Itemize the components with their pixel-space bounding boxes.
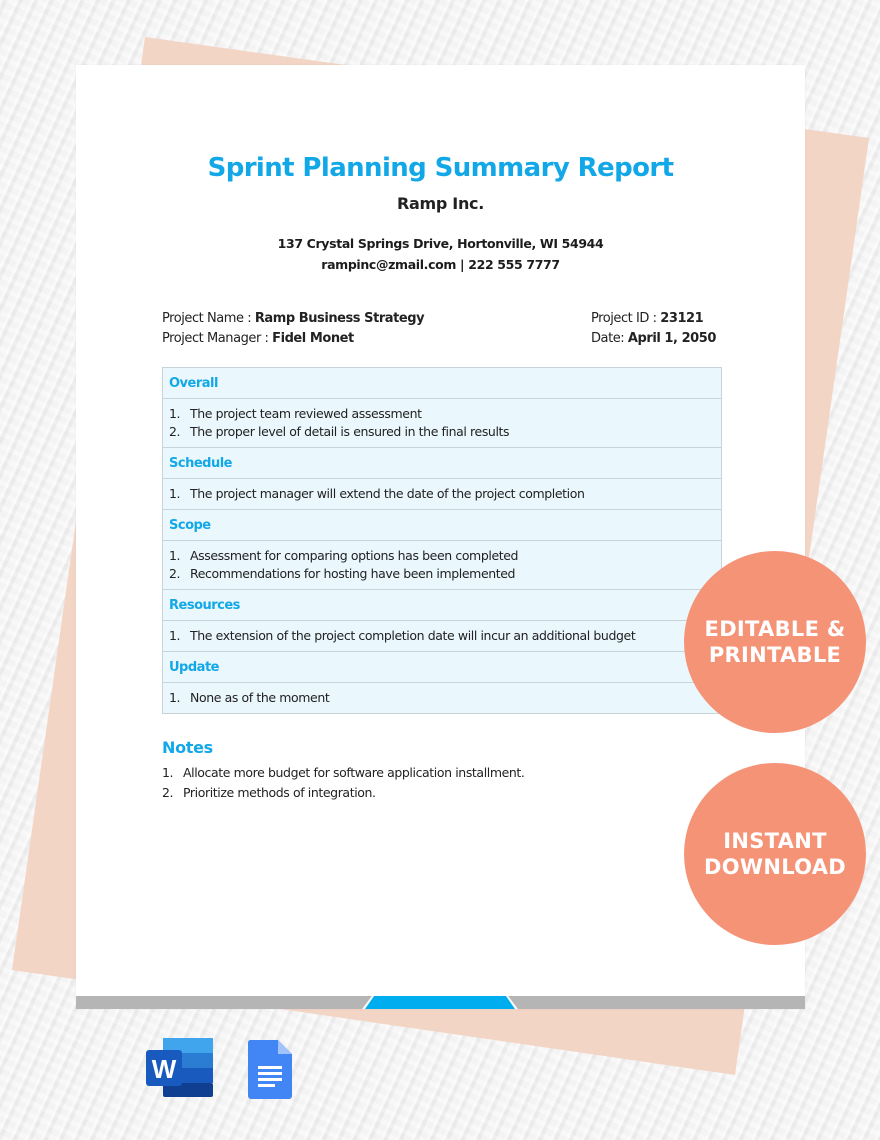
gdocs-line — [258, 1072, 282, 1075]
item-number: 1. — [169, 628, 181, 643]
note-item: 2. Prioritize methods of integration. — [162, 783, 525, 803]
item-text: The project manager will extend the date… — [190, 486, 585, 501]
section-heading-schedule: Schedule — [163, 448, 721, 479]
project-meta-right: Project ID : 23121 Date: April 1, 2050 — [591, 309, 716, 349]
section-heading-scope: Scope — [163, 510, 721, 541]
footer-accent-fill — [365, 996, 515, 1009]
footer-accent-trapezoid — [362, 996, 518, 1009]
notes-heading: Notes — [162, 738, 213, 757]
gdocs-line — [258, 1066, 282, 1069]
summary-table: Overall 1. The project team reviewed asse… — [162, 367, 722, 714]
item-text: The project team reviewed assessment — [190, 406, 422, 421]
document-title: Sprint Planning Summary Report — [207, 153, 674, 183]
word-letter: W — [152, 1054, 177, 1084]
badge-line: INSTANT — [723, 829, 827, 853]
list-item: 1. The project team reviewed assessment — [169, 405, 715, 423]
badge-line: PRINTABLE — [708, 643, 842, 667]
date-value: April 1, 2050 — [627, 331, 717, 346]
item-text: The proper level of detail is ensured in… — [190, 424, 510, 439]
project-meta-left: Project Name : Ramp Business Strategy Pr… — [162, 309, 425, 349]
project-id-value: 23121 — [660, 311, 704, 326]
item-text: Recommendations for hosting have been im… — [190, 566, 516, 581]
list-item: 1. The extension of the project completio… — [169, 627, 715, 645]
date-label: Date: — [591, 331, 628, 346]
list-item: 2. The proper level of detail is ensured … — [169, 423, 715, 441]
company-address: 137 Crystal Springs Drive, Hortonville, … — [277, 236, 604, 251]
item-number: 1. — [169, 486, 181, 501]
section-body-schedule: 1. The project manager will extend the da… — [163, 479, 721, 510]
item-text: None as of the moment — [190, 690, 330, 705]
item-text: The extension of the project completion … — [190, 628, 636, 643]
section-heading-update: Update — [163, 652, 721, 683]
project-id-label: Project ID : — [591, 311, 661, 326]
badge-line: DOWNLOAD — [703, 855, 847, 879]
microsoft-word-icon: W — [146, 1038, 213, 1097]
project-name-label: Project Name : — [162, 311, 255, 326]
list-item: 2. Recommendations for hosting have been … — [169, 565, 715, 583]
gdocs-fold — [278, 1040, 292, 1054]
item-number: 1. — [169, 406, 181, 421]
project-manager-label: Project Manager : — [162, 331, 273, 346]
item-text: Allocate more budget for software applic… — [183, 765, 525, 780]
list-item: 1. The project manager will extend the da… — [169, 485, 715, 503]
note-item: 1. Allocate more budget for software appl… — [162, 763, 525, 783]
section-heading-overall: Overall — [163, 368, 721, 399]
google-docs-icon — [247, 1040, 292, 1099]
section-body-update: 1. None as of the moment — [163, 683, 721, 713]
item-text: Assessment for comparing options has bee… — [190, 548, 519, 563]
section-body-scope: 1. Assessment for comparing options has b… — [163, 541, 721, 590]
notes-list: 1. Allocate more budget for software appl… — [162, 763, 525, 803]
date-row: Date: April 1, 2050 — [591, 329, 716, 349]
company-name: Ramp Inc. — [396, 194, 485, 213]
item-text: Prioritize methods of integration. — [183, 785, 376, 800]
instant-download-badge: INSTANT DOWNLOAD — [684, 763, 866, 945]
project-name-row: Project Name : Ramp Business Strategy — [162, 309, 425, 329]
project-manager-value: Fidel Monet — [272, 331, 354, 346]
gdocs-line — [258, 1084, 275, 1087]
item-number: 2. — [169, 424, 181, 439]
item-number: 1. — [169, 548, 181, 563]
project-name-value: Ramp Business Strategy — [254, 311, 425, 326]
section-body-overall: 1. The project team reviewed assessment 2… — [163, 399, 721, 448]
list-item: 1. Assessment for comparing options has b… — [169, 547, 715, 565]
list-item: 1. None as of the moment — [169, 689, 715, 707]
section-body-resources: 1. The extension of the project completio… — [163, 621, 721, 652]
project-manager-row: Project Manager : Fidel Monet — [162, 329, 424, 349]
item-number: 2. — [169, 566, 181, 581]
item-number: 1. — [162, 765, 174, 780]
item-number: 1. — [169, 690, 181, 705]
page-footer-bar — [76, 996, 805, 1009]
project-id-row: Project ID : 23121 — [591, 309, 716, 329]
gdocs-line — [258, 1078, 282, 1081]
section-heading-resources: Resources — [163, 590, 721, 621]
editable-printable-badge: EDITABLE & PRINTABLE — [684, 551, 866, 733]
item-number: 2. — [162, 785, 174, 800]
badge-line: EDITABLE & — [704, 617, 846, 641]
company-contact: rampinc@zmail.com | 222 555 7777 — [321, 257, 560, 272]
